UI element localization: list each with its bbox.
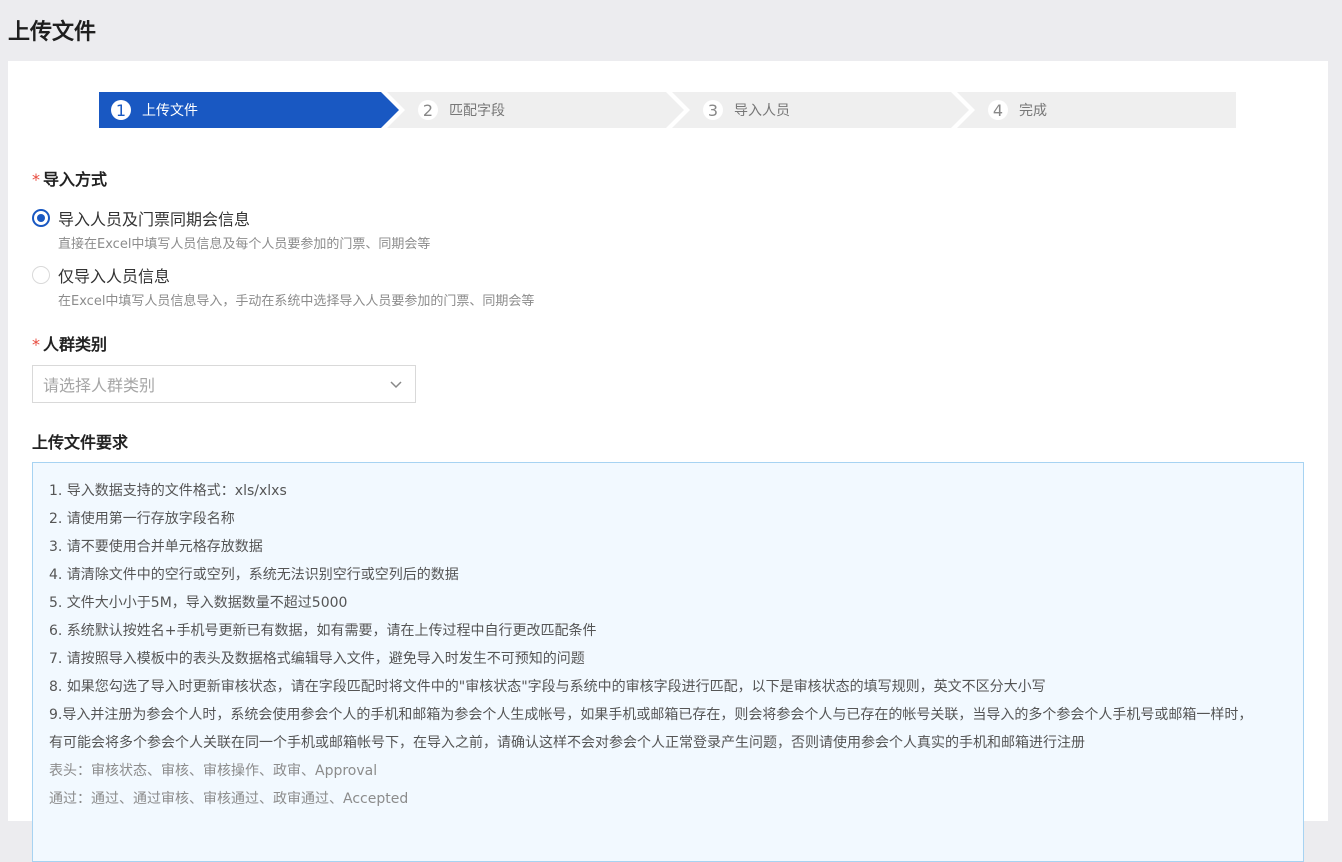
step-label: 完成	[1019, 103, 1047, 119]
radio-description: 在Excel中填写人员信息导入，手动在系统中选择导入人员要参加的门票、同期会等	[58, 294, 535, 309]
page-title: 上传文件	[8, 20, 97, 45]
approval-rule-line: 通过：通过、通过审核、审核通过、政审通过、Accepted	[49, 791, 409, 807]
radio-label[interactable]: 仅导入人员信息	[58, 263, 170, 287]
crowd-type-label: * 人群类别	[32, 335, 108, 354]
radio-checked-icon[interactable]	[32, 209, 50, 227]
import-mode-label: * 导入方式	[32, 170, 108, 189]
requirement-line: 8. 如果您勾选了导入时更新审核状态，请在字段匹配时将文件中的"审核状态"字段与…	[49, 679, 1046, 695]
radio-import-with-tickets[interactable]: 导入人员及门票同期会信息	[32, 206, 250, 230]
select-placeholder: 请选择人群类别	[43, 376, 156, 395]
requirement-line: 1. 导入数据支持的文件格式：xls/xlxs	[49, 483, 287, 499]
crowd-type-select[interactable]: 请选择人群类别	[32, 365, 416, 403]
radio-label[interactable]: 导入人员及门票同期会信息	[58, 206, 250, 230]
requirement-line: 4. 请清除文件中的空行或空列，系统无法识别空行或空列后的数据	[49, 567, 459, 583]
required-mark: *	[32, 335, 40, 354]
radio-import-people-only[interactable]: 仅导入人员信息	[32, 263, 170, 287]
approval-rule-line: 表头：审核状态、审核、审核操作、政审、Approval	[49, 763, 378, 779]
step-complete: 4 完成	[954, 92, 1236, 128]
requirements-title: 上传文件要求	[32, 433, 129, 452]
step-label: 匹配字段	[449, 103, 505, 119]
step-match-fields: 2 匹配字段	[384, 92, 689, 128]
step-import-people: 3 导入人员	[669, 92, 974, 128]
requirement-line: 3. 请不要使用合并单元格存放数据	[49, 539, 263, 555]
step-label: 上传文件	[142, 103, 198, 119]
requirement-line: 9.导入并注册为参会个人时，系统会使用参会个人的手机和邮箱为参会个人生成帐号，如…	[49, 707, 1253, 723]
step-upload-file: 1 上传文件	[99, 92, 404, 128]
radio-description: 直接在Excel中填写人员信息及每个人员要参加的门票、同期会等	[58, 237, 431, 252]
step-number: 1	[111, 100, 131, 120]
requirement-line: 7. 请按照导入模板中的表头及数据格式编辑导入文件，避免导入时发生不可预知的问题	[49, 651, 585, 667]
radio-unchecked-icon[interactable]	[32, 266, 50, 284]
requirement-line: 5. 文件大小小于5M，导入数据数量不超过5000	[49, 595, 348, 611]
requirement-line: 2. 请使用第一行存放字段名称	[49, 511, 235, 527]
step-label: 导入人员	[734, 103, 790, 119]
step-number: 4	[988, 100, 1008, 120]
required-mark: *	[32, 170, 40, 189]
step-progress: 1 上传文件 2 匹配字段 3 导入人员 4 完成	[99, 92, 1236, 128]
chevron-down-icon[interactable]	[389, 377, 403, 391]
step-number: 2	[418, 100, 438, 120]
requirements-box: 1. 导入数据支持的文件格式：xls/xlxs 2. 请使用第一行存放字段名称 …	[32, 462, 1304, 862]
upload-card: 1 上传文件 2 匹配字段 3 导入人员 4 完成 * 导入方式 导入人员及门票同…	[8, 61, 1328, 862]
requirement-line: 有可能会将多个参会个人关联在同一个手机或邮箱帐号下，在导入之前，请确认这样不会对…	[49, 735, 1085, 751]
step-number: 3	[703, 100, 723, 120]
requirement-line: 6. 系统默认按姓名+手机号更新已有数据，如有需要，请在上传过程中自行更改匹配条…	[49, 623, 597, 639]
